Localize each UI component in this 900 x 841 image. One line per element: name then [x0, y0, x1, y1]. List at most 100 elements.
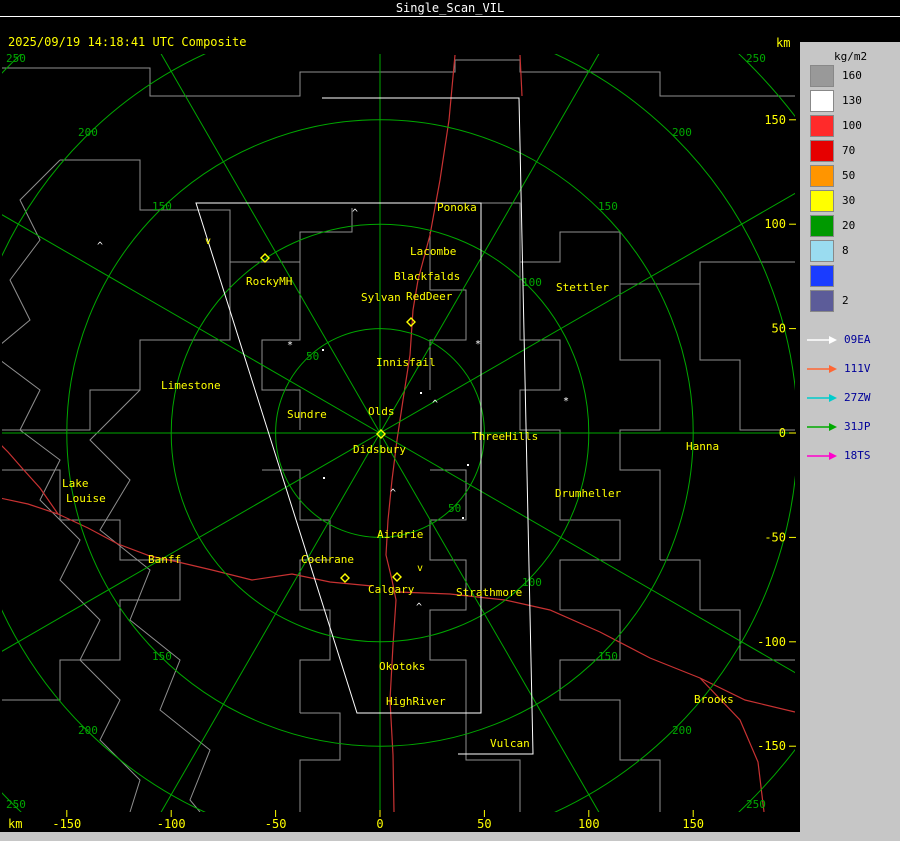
arrow-marker: v: [417, 563, 423, 574]
dot-marker: [467, 464, 469, 466]
bottom-window-strip: [0, 832, 900, 841]
range-label: 250: [746, 52, 766, 65]
legend-color-swatch: [810, 64, 834, 87]
city-label: HighRiver: [386, 695, 446, 708]
x-tick-label: 0: [376, 817, 383, 831]
city-label: RockyMH: [246, 275, 292, 288]
radar-site-entry: 27ZW: [800, 383, 900, 412]
range-label: 150: [152, 650, 172, 663]
city-label: Stettler: [556, 281, 609, 294]
legend-entry: 130: [800, 88, 900, 113]
legend-entry: 50: [800, 163, 900, 188]
city-label: Drumheller: [555, 487, 622, 500]
radar-site-arrow-icon: [807, 335, 837, 344]
city-diamond-marker: [340, 573, 350, 583]
arrow-marker: v: [205, 236, 211, 247]
legend-color-swatch: [810, 289, 834, 312]
county-boundary: [2, 59, 795, 97]
range-label: 200: [78, 126, 98, 139]
y-tick-label: 100: [764, 217, 786, 231]
caret-marker: ^: [352, 208, 358, 219]
caret-marker: ^: [390, 488, 396, 499]
legend-entry: 70: [800, 138, 900, 163]
city-label: Sundre: [287, 408, 327, 421]
radar-site-arrow-icon: [807, 422, 837, 431]
range-label: 100: [522, 576, 542, 589]
highway-line: [519, 54, 523, 97]
range-label: 200: [672, 126, 692, 139]
y-tick-label: 150: [764, 113, 786, 127]
city-label: Ponoka: [437, 201, 477, 214]
x-tick-label: 100: [578, 817, 600, 831]
caret-marker: ^: [416, 602, 422, 613]
city-label: Blackfalds: [394, 270, 460, 283]
legend-color-swatch: [810, 139, 834, 162]
city-label: Olds: [368, 405, 395, 418]
county-boundary: [2, 159, 61, 344]
city-label: Lake: [62, 477, 89, 490]
legend-value-label: 160: [842, 69, 862, 82]
legend-entry: 100: [800, 113, 900, 138]
city-label: Louise: [66, 492, 106, 505]
range-label: 200: [78, 724, 98, 737]
legend-color-swatch: [810, 164, 834, 187]
county-boundary: [262, 469, 331, 713]
city-label: Strathmore: [456, 586, 522, 599]
legend-entry: 20: [800, 213, 900, 238]
city-label: RedDeer: [406, 290, 453, 303]
city-label: Didsbury: [353, 443, 406, 456]
y-tick-label: 50: [772, 322, 786, 336]
x-tick-label: -150: [52, 817, 81, 831]
city-label: Vulcan: [490, 737, 530, 750]
legend-value-label: 2: [842, 294, 849, 307]
radar-site-id: 09EA: [844, 333, 871, 346]
legend-unit-label: kg/m2: [834, 50, 868, 63]
highway-line: [2, 445, 59, 515]
range-label: 250: [6, 798, 26, 811]
county-boundary: [2, 262, 231, 431]
range-label: 100: [522, 276, 542, 289]
dot-marker: [462, 517, 464, 519]
radar-site-list: 09EA 111V 27ZW 31JP 18TS: [800, 325, 900, 470]
radar-coverage-outline: [322, 97, 534, 755]
radar-site-id: 27ZW: [844, 391, 871, 404]
legend-value-label: 8: [842, 244, 849, 257]
range-label: 150: [598, 650, 618, 663]
legend-entry: 30: [800, 188, 900, 213]
range-label: 200: [672, 724, 692, 737]
y-tick-label: -50: [764, 530, 786, 544]
city-label: Airdrie: [377, 528, 423, 541]
city-label: Sylvan: [361, 291, 401, 304]
county-boundary: [559, 470, 661, 812]
legend-color-swatch: [810, 214, 834, 237]
city-label: Innisfail: [376, 356, 436, 369]
legend-value-label: 50: [842, 169, 856, 182]
radar-site-arrow-icon: [807, 393, 837, 402]
legend-color-swatch: [810, 239, 834, 262]
city-label: Brooks: [694, 693, 734, 706]
city-label: Limestone: [161, 379, 221, 392]
legend-color-swatch: [810, 89, 834, 112]
range-label: 150: [598, 200, 618, 213]
city-label: Calgary: [368, 583, 415, 596]
radar-site-entry: 111V: [800, 354, 900, 383]
radar-site-entry: 31JP: [800, 412, 900, 441]
radar-map-canvas[interactable]: 5010050100150200250150200250150200250150…: [0, 0, 900, 841]
range-label: 250: [6, 52, 26, 65]
range-label: 150: [152, 200, 172, 213]
radar-site-id: 31JP: [844, 420, 871, 433]
city-label: ThreeHills: [472, 430, 538, 443]
legend-entry: 160: [800, 63, 900, 88]
legend-value-label: 30: [842, 194, 856, 207]
y-tick-label: -150: [757, 739, 786, 753]
county-boundary: [2, 360, 141, 812]
radar-site-id: 111V: [844, 362, 871, 375]
legend-entry: [800, 263, 900, 288]
city-label: Cochrane: [301, 553, 354, 566]
city-label: Okotoks: [379, 660, 425, 673]
legend-value-label: 100: [842, 119, 862, 132]
legend-color-swatch: [810, 189, 834, 212]
dot-marker: [322, 349, 324, 351]
legend-entry: 8: [800, 238, 900, 263]
county-boundary: [481, 202, 795, 285]
